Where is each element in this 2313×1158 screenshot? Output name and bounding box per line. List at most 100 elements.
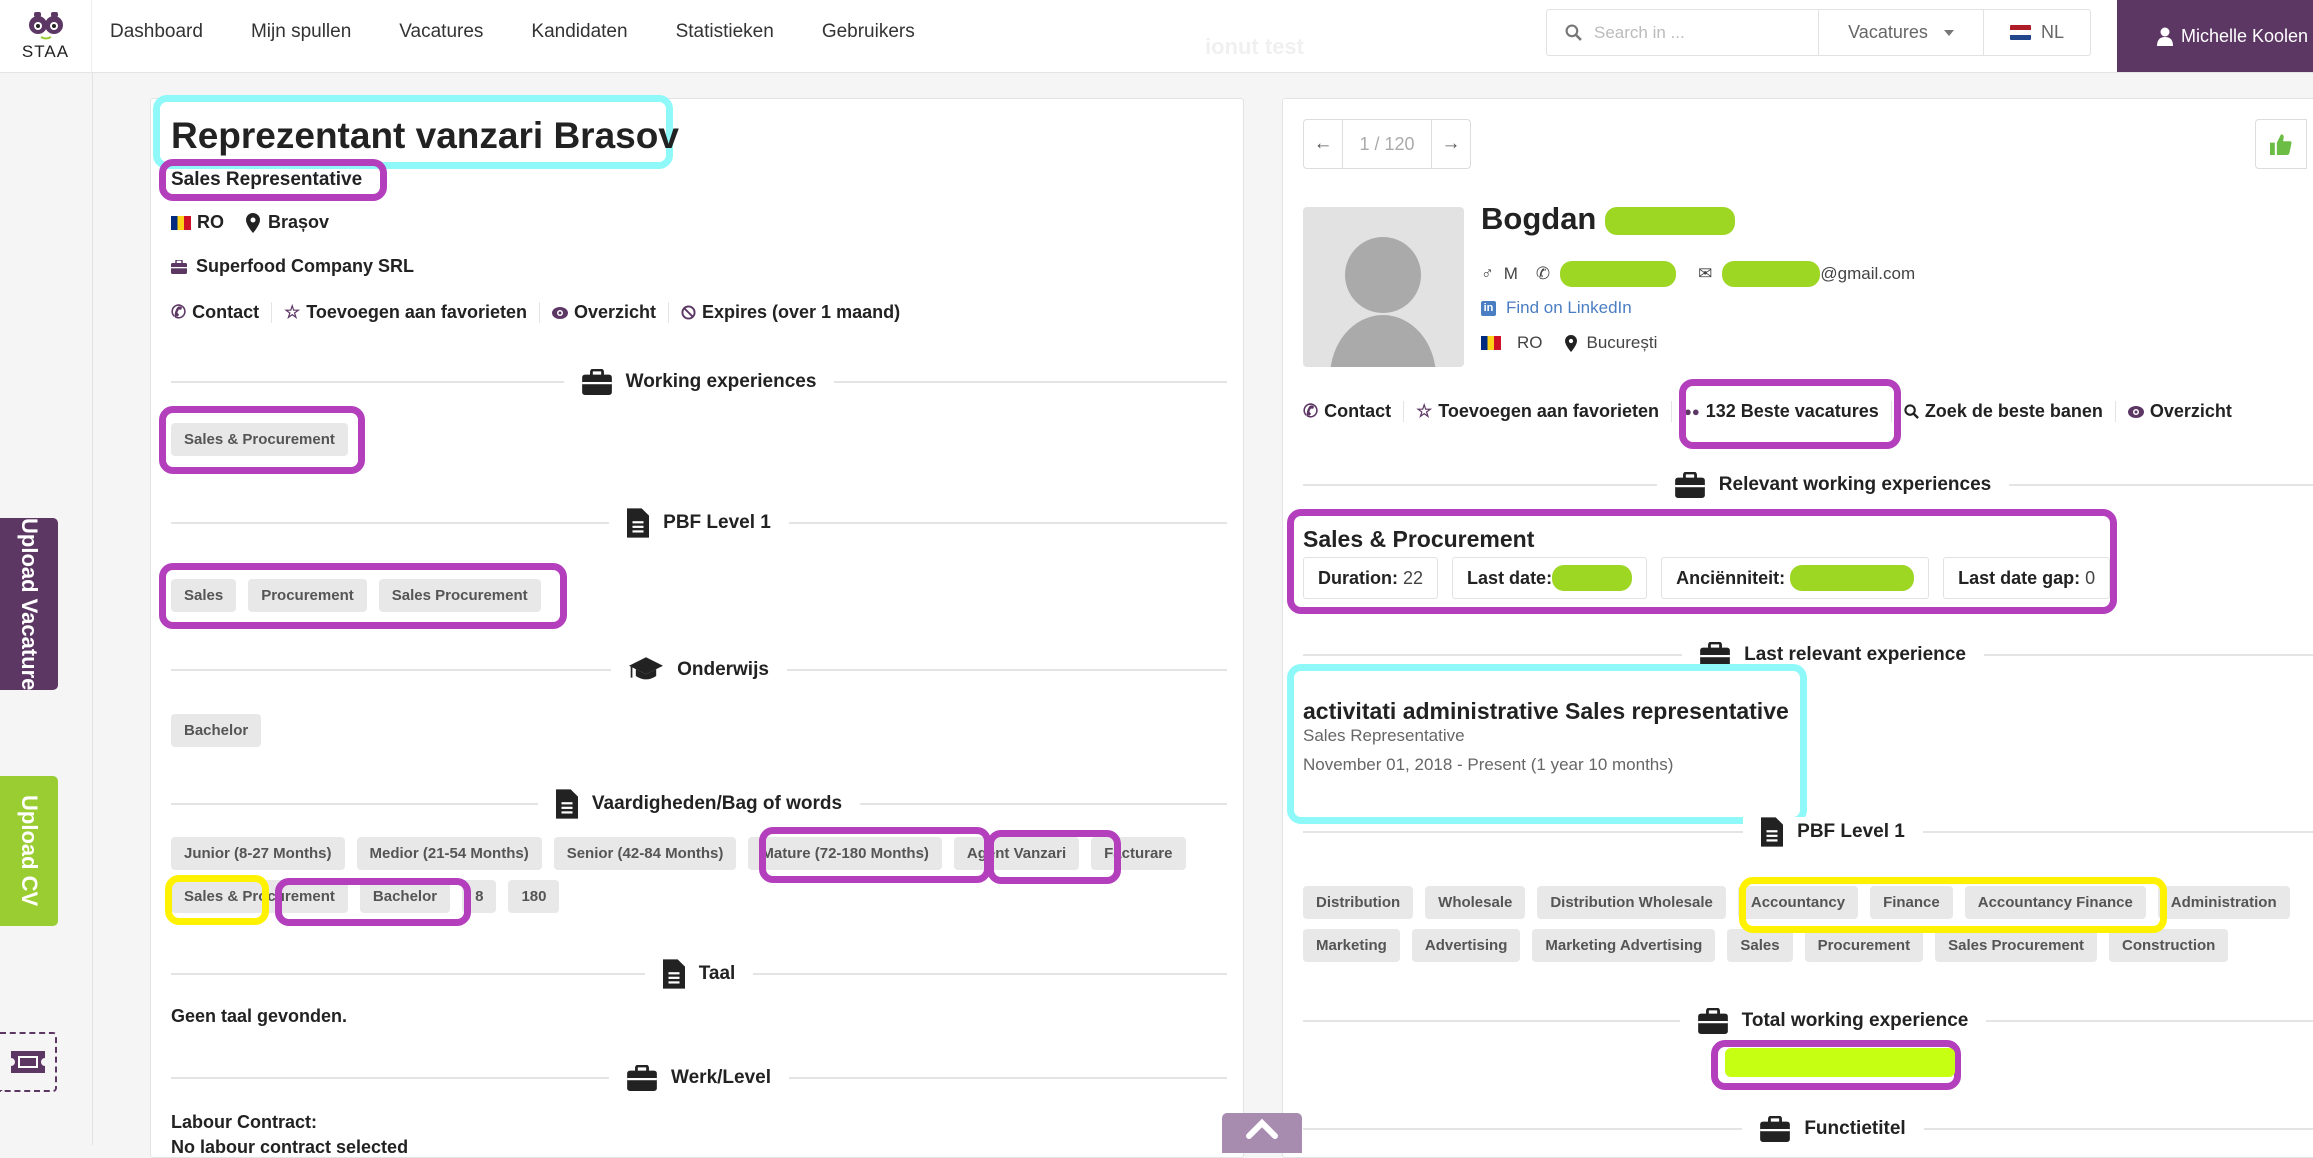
upload-vacature-label: Upload Vacature [17,517,42,691]
linkedin-row: in Find on LinkedIn [1481,298,1632,318]
contact-button[interactable]: ✆ Contact [1303,401,1403,422]
redacted-email [1722,261,1821,287]
upload-cv-button[interactable]: Upload CV [0,776,58,926]
redacted-phone [1560,261,1677,287]
netherlands-flag-icon [2009,25,2031,40]
add-favorite-button[interactable]: ☆ Toevoegen aan favorieten [1403,401,1671,422]
arrow-left-icon: ← [1313,133,1333,154]
vacancy-subtitle: Sales Representative [171,169,363,190]
search-input[interactable] [1594,22,1794,43]
best-vacancies-button[interactable]: ●● 132 Beste vacatures [1670,401,1891,422]
candidate-country: RO [1517,333,1543,352]
tag: Distribution [1303,886,1414,919]
search-field[interactable] [1547,10,1819,55]
nav-gebruikers[interactable]: Gebruikers [822,21,915,43]
ticket-icon [10,1051,45,1073]
tag: Administration [2157,886,2290,919]
eye-icon [551,306,568,319]
section-functietitel: Functietitel [1303,1114,2313,1144]
candidate-pager: ← 1 / 120 → [1303,119,1471,169]
contact-button[interactable]: ✆ Contact [171,302,271,323]
briefcase-icon [627,1065,657,1091]
email-suffix: @gmail.com [1820,264,1916,283]
add-favorite-label: Toevoegen aan favorieten [1438,401,1659,421]
ticket-button[interactable] [0,1032,57,1092]
company-name[interactable]: Superfood Company SRL [196,256,414,277]
vacancy-location: RO Brașov [171,212,329,233]
tag: Finance [1870,886,1953,919]
upload-vacature-button[interactable]: Upload Vacature [0,518,58,690]
nav-mijn-spullen[interactable]: Mijn spullen [251,21,351,43]
redacted-anciennity [1790,565,1915,591]
redacted-last-date [1552,565,1633,591]
map-marker-icon [246,212,260,233]
last-experience-dates: November 01, 2018 - Present (1 year 10 m… [1303,755,1674,774]
search-icon [1904,404,1919,419]
nav-dashboard[interactable]: Dashboard [110,21,203,43]
nav-statistieken[interactable]: Statistieken [676,21,774,43]
overview-button[interactable]: Overzicht [2114,401,2244,422]
tag: Senior (42-84 Months) [553,837,737,870]
tag: Accountancy Finance [1964,886,2146,919]
candidate-first-name: Bogdan [1481,201,1597,236]
linkedin-icon: in [1481,300,1496,316]
map-marker-icon [1564,334,1577,352]
section-last-relevant-experience: Last relevant experience [1303,640,2313,670]
nav-kandidaten[interactable]: Kandidaten [531,21,627,43]
graduation-cap-icon [629,657,664,680]
scroll-to-top-button[interactable] [1222,1113,1302,1153]
user-icon [2157,27,2173,46]
working-experience-tags: Sales & Procurement [171,423,348,456]
phone-icon: ✆ [171,302,187,322]
section-title: PBF Level 1 [663,512,771,533]
gap-value: 0 [2085,567,2096,588]
ban-icon [681,305,696,320]
tag: Sales & Procurement [171,423,348,456]
briefcase-icon [1700,642,1730,668]
vacancy-actions: ✆ Contact ☆ Toevoegen aan favorieten Ove… [171,302,912,323]
last-date-stat: Last date: [1452,557,1648,599]
relevant-experience-stats: Duration: 22 Last date: Anciënniteit: La… [1303,557,2111,599]
envelope-icon: ✉ [1698,264,1713,283]
section-werk-level: Werk/Level [171,1063,1228,1093]
romania-flag-icon [1481,336,1501,350]
last-experience-subtitle: Sales Representative [1303,726,1465,745]
relevant-experience-title: Sales & Procurement [1303,526,1535,552]
briefcase-icon [1760,1116,1791,1142]
user-menu-button[interactable]: Michelle Koolen [2117,0,2313,72]
tag: 180 [508,880,560,913]
tag: Medior (21-54 Months) [356,837,542,870]
candidate-card: ← 1 / 120 → Bogdan ♂ M ✆ ✉ @gmail.com in… [1282,98,2313,1158]
find-on-linkedin-link[interactable]: Find on LinkedIn [1506,298,1632,318]
main-nav: Dashboard Mijn spullen Vacatures Kandida… [110,0,915,64]
candidate-pbf-tags: Distribution Wholesale Distribution Whol… [1303,886,2313,962]
expires-status[interactable]: Expires (over 1 maand) [668,302,912,323]
overview-button[interactable]: Overzicht [538,302,668,323]
search-scope-dropdown[interactable]: Vacatures [1819,10,1984,55]
section-title: Relevant working experiences [1718,474,1992,495]
section-taal: Taal [171,959,1228,989]
candidate-city: București [1586,333,1658,352]
education-tags: Bachelor [171,714,262,747]
staa-logo[interactable]: STAA [0,0,92,72]
search-best-jobs-button[interactable]: Zoek de beste banen [1890,401,2115,422]
caret-down-icon [1943,29,1954,36]
language-selector[interactable]: NL [1984,10,2090,55]
top-navbar: STAA Dashboard Mijn spullen Vacatures Ka… [0,0,2313,73]
nav-vacatures[interactable]: Vacatures [399,21,483,43]
tag: Sales & Procurement [171,880,348,913]
like-button[interactable] [2255,119,2307,169]
tag: Bachelor [359,880,451,913]
pager-count: 1 / 120 [1342,120,1432,168]
star-icon: ☆ [284,302,301,322]
prev-button[interactable]: ← [1304,120,1342,168]
add-favorite-button[interactable]: ☆ Toevoegen aan favorieten [271,302,539,323]
chevron-up-icon [1246,1118,1278,1139]
section-title: PBF Level 1 [1797,821,1905,842]
section-pbf-level-1: PBF Level 1 [1303,817,2313,847]
next-button[interactable]: → [1432,120,1470,168]
section-relevant-experiences: Relevant working experiences [1303,470,2313,500]
document-icon [627,508,650,538]
tag: Advertising [1411,929,1521,962]
overview-label: Overzicht [573,302,656,322]
